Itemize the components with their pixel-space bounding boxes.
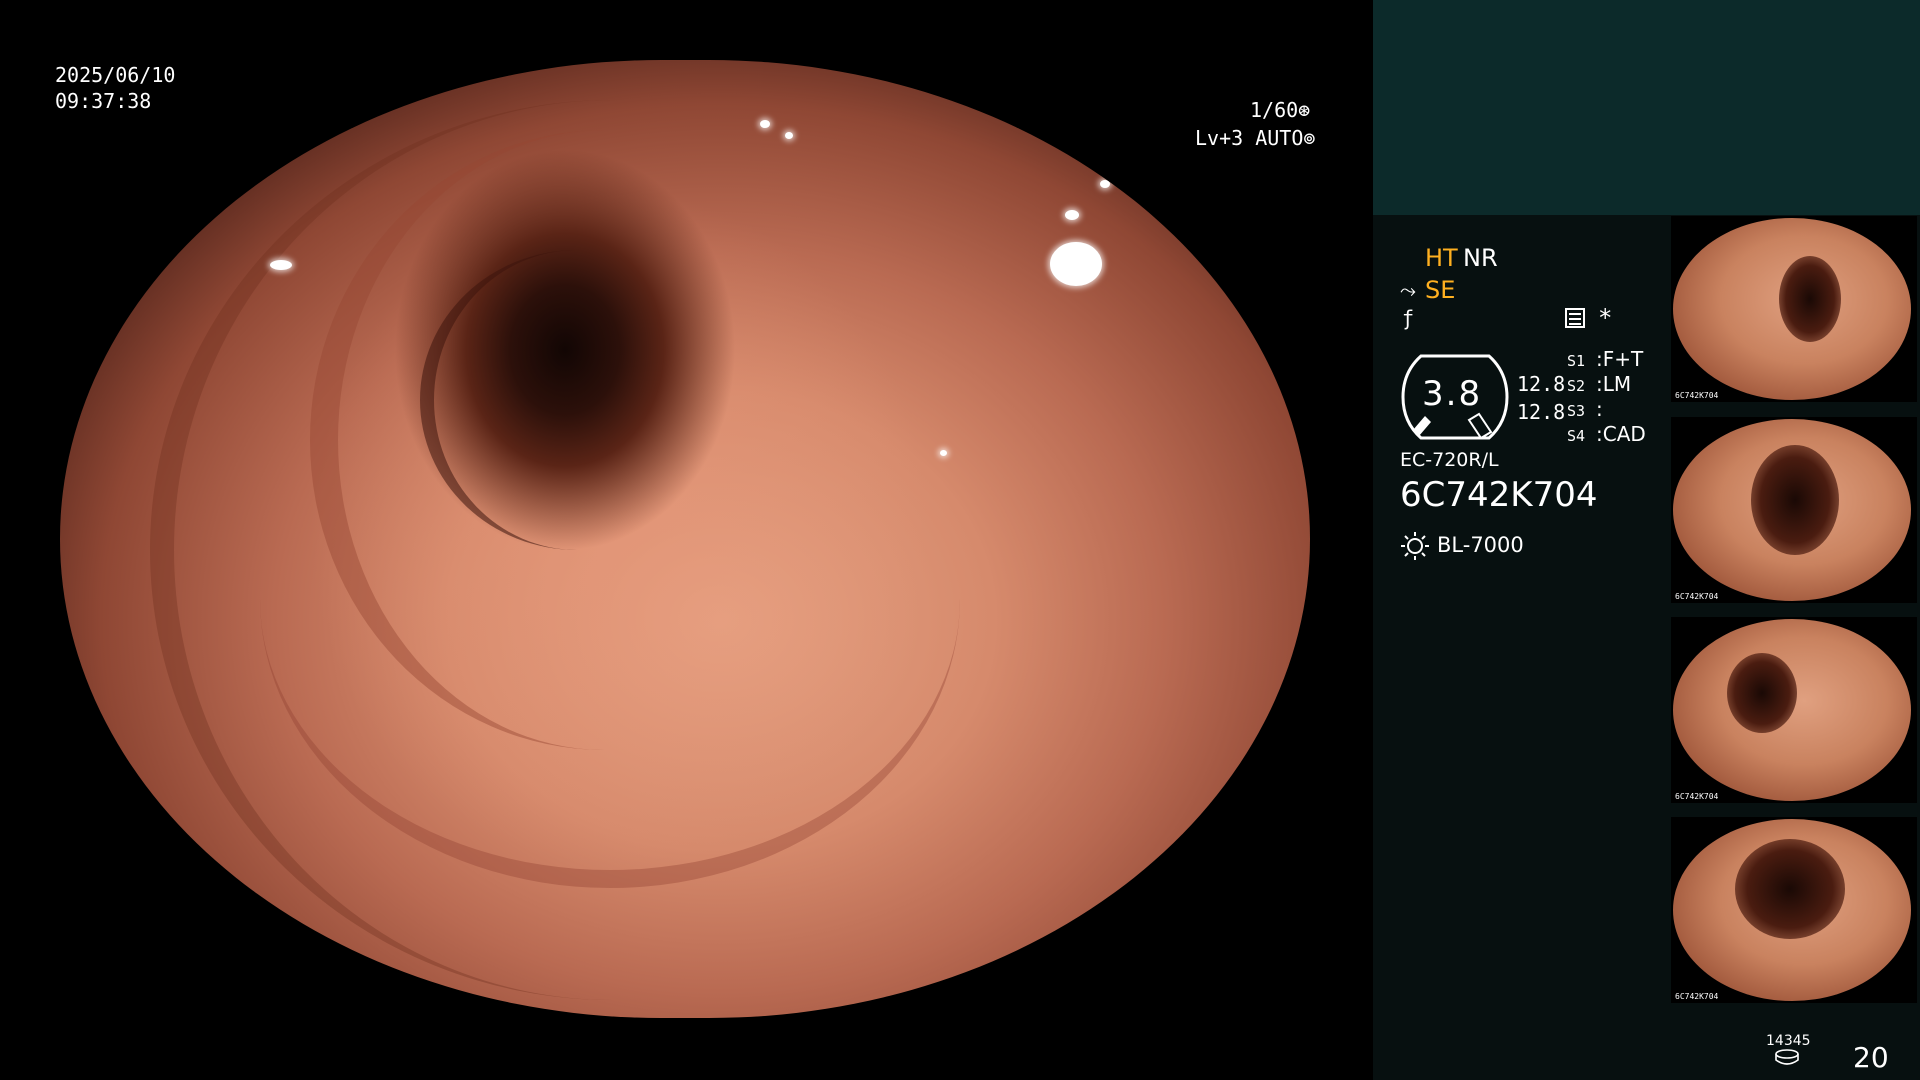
level-text: Lv+3: [1195, 126, 1244, 150]
captured-thumbnail[interactable]: 6C742K704: [1671, 417, 1917, 603]
auto-iris-icon: ⊚: [1303, 126, 1316, 150]
mucosal-fold: [260, 310, 960, 888]
date-text: 2025/06/10: [55, 63, 176, 87]
specular-highlight: [1100, 180, 1110, 188]
specular-highlight: [940, 450, 947, 456]
switch-2-key: S2: [1567, 377, 1586, 395]
light-source: BL-7000: [1437, 533, 1524, 557]
thumbnail-lumen: [1751, 445, 1839, 555]
value-bottom: 12.8: [1517, 400, 1566, 424]
scope-serial: 6C742K704: [1400, 475, 1598, 515]
switch-3-value: :: [1596, 397, 1603, 421]
captured-thumbnail[interactable]: 6C742K704: [1671, 617, 1917, 803]
specular-highlight: [1065, 210, 1079, 220]
star-indicator: *: [1598, 304, 1613, 332]
brightness-level-readout: Lv+3 AUTO⊚: [1195, 126, 1315, 150]
mode-text: AUTO: [1255, 126, 1304, 150]
switch-4-key: S4: [1567, 427, 1586, 445]
thumbnail-lumen: [1727, 653, 1797, 733]
gauge-value: 3.8: [1422, 374, 1483, 414]
specular-highlight: [785, 132, 793, 139]
se-indicator: SE: [1425, 276, 1456, 304]
thumbnail-lumen: [1735, 839, 1845, 939]
shutter-readout: 1/60⊛: [1250, 98, 1310, 122]
structure-enhance-icon: ⤳: [1400, 278, 1416, 302]
time-text: 09:37:38: [55, 89, 152, 113]
switch-1-key: S1: [1567, 352, 1586, 370]
datetime-readout: 2025/06/10 09:37:38: [55, 62, 175, 114]
captured-thumbnail[interactable]: 6C742K704: [1671, 216, 1917, 402]
aperture-icon: ⊛: [1298, 98, 1311, 122]
value-top: 12.8: [1517, 372, 1566, 396]
menu-list-icon: [1565, 308, 1585, 328]
lamp-icon: [1401, 532, 1429, 560]
switch-2-value: :LM: [1596, 372, 1632, 396]
filter-icon: ƒ: [1402, 306, 1415, 330]
switch-1-value: :F+T: [1596, 347, 1644, 371]
thumbnail-caption: 6C742K704: [1675, 391, 1719, 400]
thumbnail-lumen: [1779, 256, 1841, 342]
switch-3-key: S3: [1567, 402, 1586, 420]
shutter-text: 1/60: [1250, 98, 1299, 122]
info-panel-header: [1373, 0, 1920, 215]
thumbnail-caption: 6C742K704: [1675, 992, 1719, 1001]
specular-highlight: [1050, 242, 1102, 286]
endoscope-live-view: [60, 60, 1310, 1018]
thumbnail-caption: 6C742K704: [1675, 792, 1719, 801]
switch-4-value: :CAD: [1596, 422, 1646, 446]
image-count: 20: [1853, 1041, 1889, 1074]
captured-thumbnail[interactable]: 6C742K704: [1671, 817, 1917, 1003]
nr-indicator: NR: [1463, 244, 1498, 272]
specular-highlight: [270, 260, 292, 270]
scope-model: EC-720R/L: [1400, 449, 1499, 471]
total-image-count: 14345: [1766, 1033, 1811, 1049]
thumbnail-caption: 6C742K704: [1675, 592, 1719, 601]
specular-highlight: [760, 120, 770, 128]
ht-indicator: HT: [1425, 244, 1458, 272]
storage-icon: [1775, 1049, 1799, 1065]
